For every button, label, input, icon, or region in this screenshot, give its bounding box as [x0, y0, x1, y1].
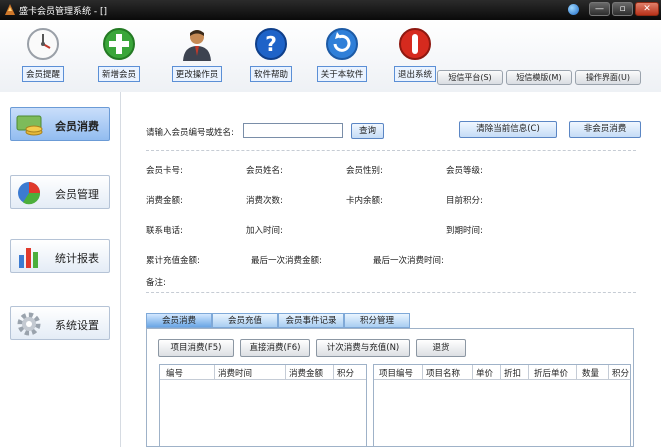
- sidebar-item-label: 会员管理: [55, 188, 99, 201]
- column-divider: [576, 365, 577, 379]
- sidebar-item-label: 会员消费: [55, 120, 99, 133]
- search-label: 请输入会员编号或姓名:: [146, 128, 234, 138]
- column-header[interactable]: 消费时间: [218, 367, 252, 379]
- svg-text:?: ?: [265, 32, 277, 56]
- column-divider: [472, 365, 473, 379]
- column-header[interactable]: 项目编号: [379, 367, 413, 379]
- toolbar-label: 会员提醒: [21, 66, 64, 82]
- balance-label: 卡内余额:: [346, 196, 383, 206]
- toolbar-label: 软件帮助: [249, 66, 292, 82]
- sidebar-item-label: 系统设置: [55, 319, 99, 332]
- consumption-records-table[interactable]: 编号 消费时间 消费金额 积分: [159, 364, 367, 447]
- column-header[interactable]: 折扣: [504, 367, 521, 379]
- tab-member-events[interactable]: 会员事件记录: [278, 313, 344, 328]
- change-operator-button[interactable]: 更改操作员: [161, 26, 233, 82]
- table-header: 编号 消费时间 消费金额 积分: [160, 365, 366, 380]
- toolbar-label: 更改操作员: [171, 66, 223, 82]
- gear-icon: [17, 312, 41, 336]
- money-icon: [16, 115, 43, 136]
- toolbar-label: 退出系统: [393, 66, 436, 82]
- level-label: 会员等级:: [446, 166, 483, 176]
- column-header[interactable]: 项目名称: [426, 367, 460, 379]
- card-no-label: 会员卡号:: [146, 166, 183, 176]
- tab-member-recharge[interactable]: 会员充值: [212, 313, 278, 328]
- column-divider: [500, 365, 501, 379]
- sidebar-item-statistics-report[interactable]: 统计报表: [10, 239, 110, 273]
- item-consumption-button[interactable]: 项目消费(F5): [158, 339, 234, 357]
- column-divider: [422, 365, 423, 379]
- sms-platform-button[interactable]: 短信平台(S): [437, 70, 503, 85]
- member-reminder-button[interactable]: 会员提醒: [7, 26, 79, 82]
- nonmember-consumption-button[interactable]: 非会员消费: [569, 121, 641, 138]
- count-label: 消费次数:: [246, 196, 283, 206]
- refresh-icon: [326, 28, 358, 60]
- amount-label: 消费金额:: [146, 196, 183, 206]
- software-help-button[interactable]: ? 软件帮助: [235, 26, 307, 82]
- column-header[interactable]: 积分: [612, 367, 629, 379]
- toolbar-label: 关于本软件: [316, 66, 368, 82]
- power-icon: [399, 28, 431, 60]
- name-label: 会员姓名:: [246, 166, 283, 176]
- column-divider: [333, 365, 334, 379]
- join-time-label: 加入时间:: [246, 226, 283, 236]
- direct-consumption-button[interactable]: 直接消费(F6): [240, 339, 310, 357]
- last-amount-label: 最后一次消费金额:: [251, 256, 322, 266]
- toolbar-label: 新增会员: [97, 66, 140, 82]
- clear-info-button[interactable]: 清除当前信息(C): [459, 121, 557, 138]
- maximize-button[interactable]: ▫: [612, 2, 633, 16]
- operation-view-button[interactable]: 操作界面(U): [575, 70, 641, 85]
- app-logo-icon: [5, 4, 15, 15]
- divider: [146, 150, 636, 151]
- minimize-button[interactable]: —: [589, 2, 610, 16]
- clock-icon: [27, 28, 59, 60]
- column-header[interactable]: 折后单价: [534, 367, 568, 379]
- remark-label: 备注:: [146, 278, 166, 288]
- consumption-items-table[interactable]: 项目编号 项目名称 单价 折扣 折后单价 数量 积分: [373, 364, 631, 447]
- sidebar: 会员消费 会员管理 统计报表 系统设置: [0, 92, 121, 447]
- count-consumption-recharge-button[interactable]: 计次消费与充值(N): [316, 339, 410, 357]
- column-divider: [214, 365, 215, 379]
- add-member-button[interactable]: 新增会员: [83, 26, 155, 82]
- sidebar-item-member-consumption[interactable]: 会员消费: [10, 107, 110, 141]
- column-header[interactable]: 数量: [582, 367, 599, 379]
- gender-label: 会员性别:: [346, 166, 383, 176]
- column-divider: [528, 365, 529, 379]
- sms-template-button[interactable]: 短信模版(M): [506, 70, 572, 85]
- bar-chart-icon: [19, 248, 38, 268]
- help-globe-icon[interactable]: [568, 4, 579, 15]
- query-button[interactable]: 查询: [351, 123, 384, 139]
- phone-label: 联系电话:: [146, 226, 183, 236]
- divider: [146, 292, 636, 293]
- search-input[interactable]: [243, 123, 343, 138]
- pie-chart-icon: [18, 182, 41, 205]
- column-header[interactable]: 消费金额: [289, 367, 323, 379]
- table-header: 项目编号 项目名称 单价 折扣 折后单价 数量 积分: [374, 365, 630, 380]
- tab-points-management[interactable]: 积分管理: [344, 313, 410, 328]
- sidebar-item-member-management[interactable]: 会员管理: [10, 175, 110, 209]
- sidebar-item-system-settings[interactable]: 系统设置: [10, 306, 110, 340]
- expire-time-label: 到期时间:: [446, 226, 483, 236]
- plus-circle-icon: [103, 28, 135, 60]
- tab-bar: 会员消费 会员充值 会员事件记录 积分管理: [146, 313, 634, 328]
- last-time-label: 最后一次消费时间:: [373, 256, 444, 266]
- tab-member-consumption[interactable]: 会员消费: [146, 313, 212, 328]
- column-divider: [608, 365, 609, 379]
- column-header[interactable]: 编号: [166, 367, 183, 379]
- about-button[interactable]: 关于本软件: [306, 26, 378, 82]
- return-goods-button[interactable]: 退货: [416, 339, 466, 357]
- sidebar-item-label: 统计报表: [55, 252, 99, 265]
- help-icon: ?: [255, 28, 287, 60]
- column-divider: [285, 365, 286, 379]
- recharge-total-label: 累计充值金额:: [146, 256, 200, 266]
- window-title: 盛卡会员管理系统 - []: [19, 7, 107, 17]
- column-header[interactable]: 单价: [476, 367, 493, 379]
- column-header[interactable]: 积分: [337, 367, 354, 379]
- close-button[interactable]: ✕: [635, 2, 659, 16]
- user-icon: [183, 30, 211, 61]
- title-bar: 盛卡会员管理系统 - [] — ▫ ✕: [0, 0, 661, 20]
- points-label: 目前积分:: [446, 196, 483, 206]
